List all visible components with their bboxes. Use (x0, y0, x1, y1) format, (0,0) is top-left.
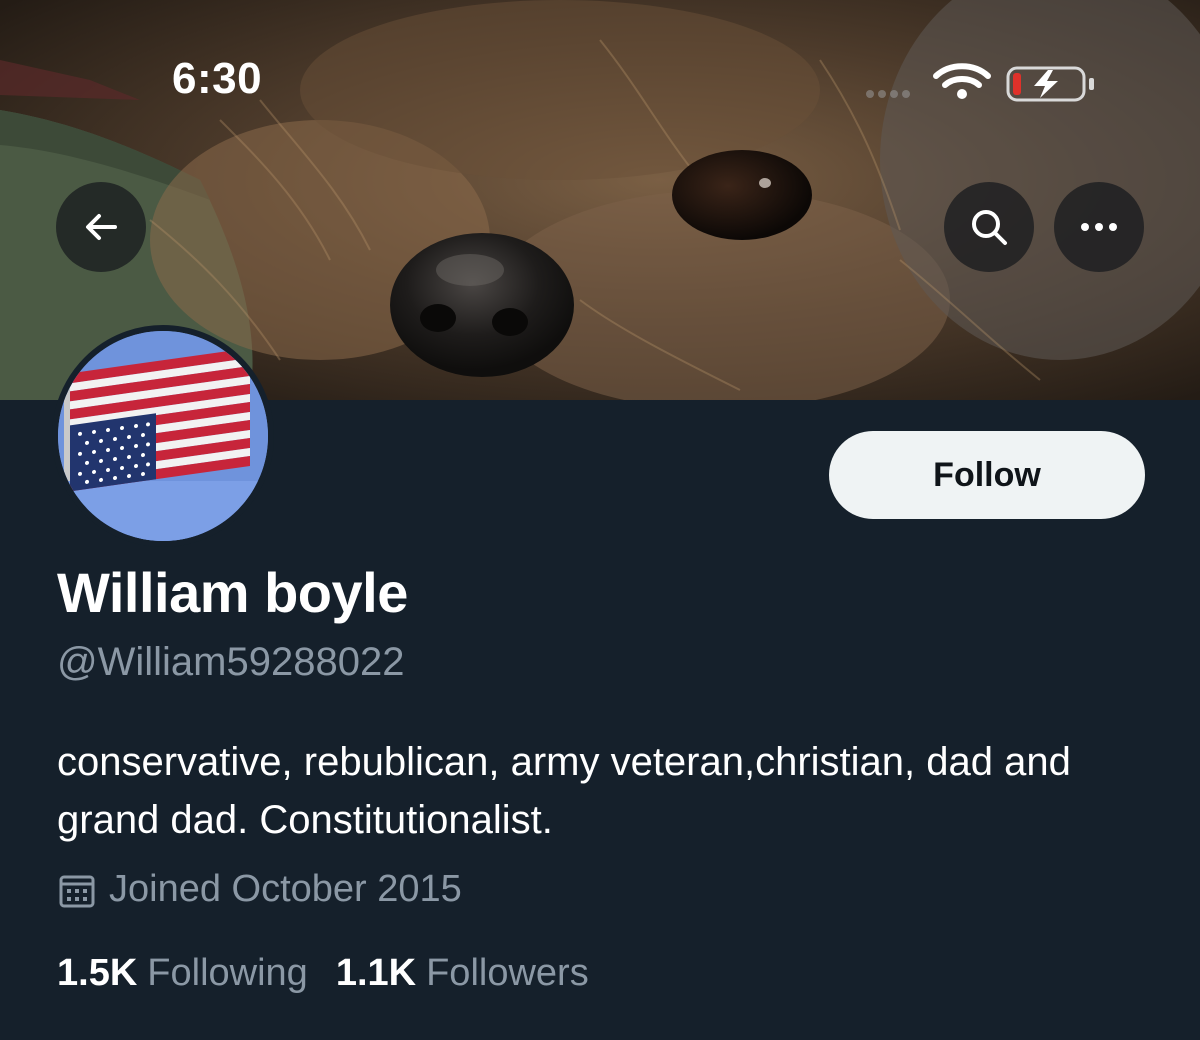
arrow-left-icon (86, 214, 117, 240)
profile-avatar[interactable] (52, 325, 274, 547)
display-name: William boyle (57, 561, 408, 624)
more-horizontal-icon (1081, 223, 1117, 231)
follow-stats: 1.5K Following 1.1K Followers (57, 952, 617, 995)
more-options-button[interactable] (1054, 182, 1144, 272)
status-time: 6:30 (172, 54, 263, 103)
followers-link[interactable]: 1.1K Followers (336, 952, 589, 995)
search-button[interactable] (944, 182, 1034, 272)
user-handle: @William59288022 (57, 640, 405, 684)
followers-label: Followers (426, 952, 589, 994)
upside-down-us-flag-avatar (58, 331, 268, 541)
profile-bio: conservative, rebublican, army veteran,c… (57, 740, 1071, 842)
following-count: 1.5K (57, 952, 138, 994)
profile-screen: 6:30 Follow William boyle @William592880… (0, 0, 1200, 1040)
search-icon (972, 210, 1007, 245)
joined-date-row: Joined October 2015 (57, 868, 462, 911)
status-bar-icons (860, 60, 1100, 106)
signal-dots-icon (866, 90, 910, 98)
following-link[interactable]: 1.5K Following (57, 952, 308, 995)
wifi-icon (933, 63, 991, 88)
calendar-icon (59, 875, 95, 907)
follow-button[interactable]: Follow (829, 431, 1145, 519)
battery-charging-icon (1006, 66, 1094, 102)
following-label: Following (147, 952, 308, 994)
joined-date: Joined October 2015 (109, 868, 462, 910)
back-button[interactable] (56, 182, 146, 272)
followers-count: 1.1K (335, 952, 417, 994)
